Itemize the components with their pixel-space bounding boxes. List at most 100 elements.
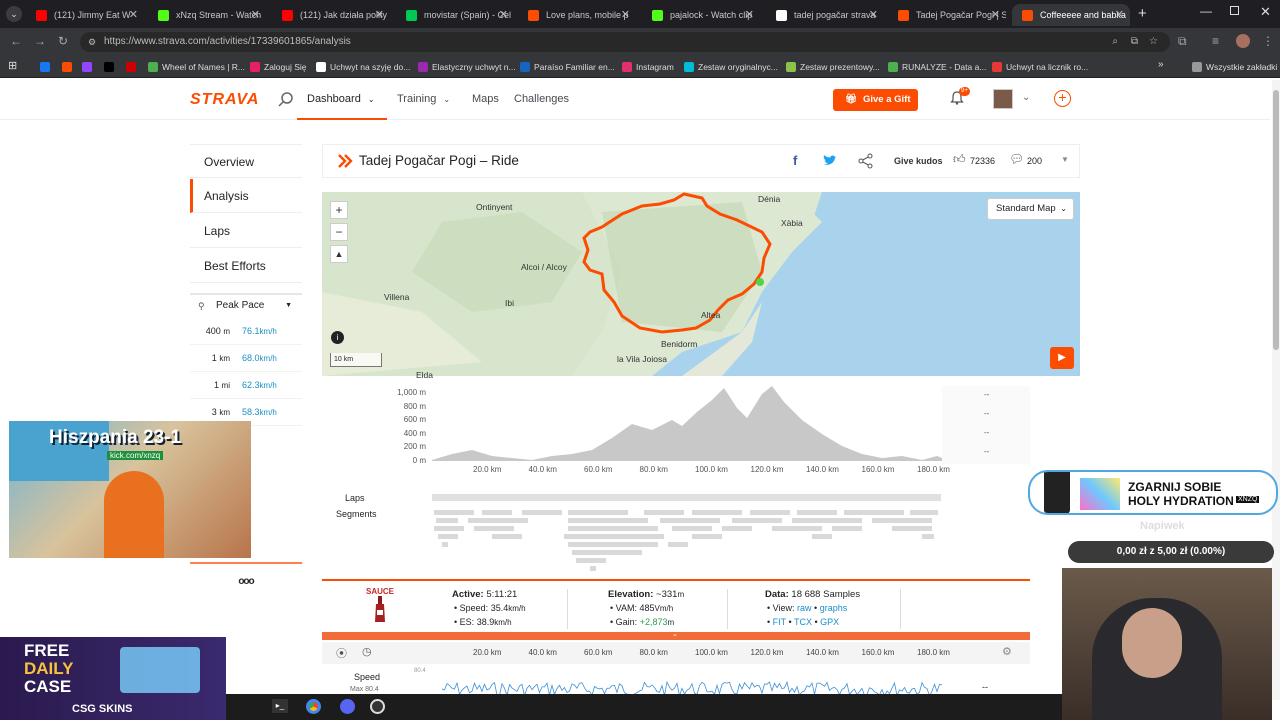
close-tab-icon[interactable]: ✕	[621, 4, 630, 26]
sidebar-item-analysis[interactable]: Analysis	[190, 179, 302, 213]
peak-pace-row[interactable]: 400 m 76.1km/h	[190, 318, 302, 345]
close-window-button[interactable]: ✕	[1260, 4, 1271, 20]
map-info-icon[interactable]: i	[331, 331, 344, 344]
segments-bars[interactable]	[432, 508, 942, 572]
scrollbar-thumb[interactable]	[1273, 90, 1279, 350]
bookmark-item[interactable]: Zaloguj Się	[250, 60, 307, 74]
share-icon[interactable]	[858, 153, 874, 169]
sidebar-item-best-efforts[interactable]: Best Efforts	[190, 249, 302, 283]
profile-avatar[interactable]	[1236, 34, 1250, 48]
media-icon[interactable]: ≡	[1212, 34, 1219, 48]
bookmark-item[interactable]: Uchwyt na licznik ro...	[992, 60, 1088, 74]
install-icon[interactable]: ⧉	[1131, 32, 1138, 52]
url-input[interactable]: ⚙ https://www.strava.com/activities/1733…	[80, 32, 1170, 52]
restore-button[interactable]	[1230, 6, 1239, 15]
zoom-in-button[interactable]: +	[330, 201, 348, 219]
close-tab-icon[interactable]: ✕	[375, 4, 384, 26]
strava-logo[interactable]: STRAVA	[190, 91, 259, 109]
user-avatar[interactable]	[993, 89, 1013, 109]
facebook-share-icon[interactable]: f	[793, 153, 797, 168]
bookmark-item[interactable]: Elastyczny uchwyt n...	[418, 60, 516, 74]
close-tab-icon[interactable]: ✕	[991, 4, 1000, 26]
apps-icon[interactable]: ⊞	[8, 59, 17, 72]
view-graphs-link[interactable]: graphs	[820, 603, 848, 613]
nav-dashboard[interactable]: Dashboard ⌄	[307, 93, 375, 105]
browser-tab[interactable]: Coffeeeee and babka ✕	[1012, 4, 1130, 26]
close-tab-icon[interactable]: ✕	[745, 4, 754, 26]
comments-count[interactable]: 200	[1027, 156, 1042, 166]
zoom-icon[interactable]: ⌕	[1112, 32, 1118, 52]
laps-bar[interactable]	[432, 494, 941, 501]
give-kudos-button[interactable]: Give kudos	[894, 156, 943, 166]
bookmark-item[interactable]	[104, 60, 118, 74]
compass-icon[interactable]: ▲	[330, 245, 348, 263]
route-map[interactable]: ⬉	[322, 192, 1080, 376]
chrome-app-icon[interactable]	[306, 699, 321, 714]
clock-icon[interactable]: ◷	[362, 645, 372, 658]
browser-tab[interactable]: Tadej Pogačar Pogi | S ✕	[888, 4, 1006, 26]
bookmark-item[interactable]: Instagram	[622, 60, 674, 74]
page-scrollbar[interactable]	[1272, 80, 1280, 700]
peak-pace-header[interactable]: ⚲ Peak Pace ▼	[190, 293, 302, 317]
export-tcx-link[interactable]: TCX	[794, 617, 812, 627]
location-pin-icon[interactable]: ⦿	[336, 645, 347, 661]
export-gpx-link[interactable]: GPX	[820, 617, 839, 627]
sidebar-item-laps[interactable]: Laps	[190, 214, 302, 248]
bookmark-item[interactable]	[126, 60, 140, 74]
browser-menu-icon[interactable]: ⋮	[1262, 34, 1274, 48]
back-icon[interactable]: ←	[10, 34, 22, 48]
give-a-gift-button[interactable]: 🎁︎ Give a Gift	[833, 89, 918, 111]
browser-tab[interactable]: (121) Jimmy Eat W ✕	[26, 4, 144, 26]
close-tab-icon[interactable]: ✕	[251, 4, 260, 26]
chevron-down-icon[interactable]: ⌄	[1022, 92, 1030, 103]
thumbs-up-icon[interactable]: 👍︎	[953, 152, 966, 167]
browser-tab[interactable]: (121) Jak działa polity ✕	[272, 4, 390, 26]
export-fit-link[interactable]: FIT	[773, 617, 786, 627]
peak-pace-row[interactable]: 1 km 68.0km/h	[190, 345, 302, 372]
nav-maps[interactable]: Maps	[472, 93, 499, 105]
nav-challenges[interactable]: Challenges	[514, 93, 569, 105]
terminal-app-icon[interactable]: ▸_	[272, 699, 288, 713]
all-bookmarks[interactable]: Wszystkie zakładki	[1192, 60, 1277, 74]
browser-tab[interactable]: Love plans, mobile p ✕	[518, 4, 636, 26]
browser-tab[interactable]: tadej pogačar strava ✕	[766, 4, 884, 26]
peak-pace-row[interactable]: 1 mi 62.3km/h	[190, 372, 302, 399]
reload-icon[interactable]: ↻	[58, 34, 68, 48]
sidebar-item-overview[interactable]: Overview	[190, 144, 302, 178]
collapse-arrow-icon[interactable]: ⌄	[672, 630, 678, 638]
browser-tab[interactable]: movistar (Spain) - Cel ✕	[396, 4, 514, 26]
forward-icon[interactable]: →	[34, 34, 46, 48]
chevron-down-icon[interactable]: ▼	[1061, 155, 1069, 164]
view-raw-link[interactable]: raw	[797, 603, 812, 613]
bookmark-item[interactable]: RUNALYZE - Data a...	[888, 60, 986, 74]
kudos-count[interactable]: 72336	[970, 156, 995, 166]
bookmark-item[interactable]	[82, 60, 96, 74]
zoom-out-button[interactable]: −	[330, 223, 348, 241]
obs-app-icon[interactable]	[370, 699, 385, 714]
nav-training[interactable]: Training ⌄	[397, 93, 450, 105]
bookmarks-overflow-icon[interactable]: »	[1158, 59, 1164, 70]
add-activity-icon[interactable]: +	[1054, 90, 1071, 107]
twitter-share-icon[interactable]	[823, 155, 837, 167]
extensions-icon[interactable]: ⧉	[1178, 34, 1187, 49]
bookmark-item[interactable]: Zestaw prezentowy...	[786, 60, 880, 74]
notifications-bell-icon[interactable]: 9+	[950, 87, 970, 105]
tab-search-icon[interactable]: ⌄	[6, 6, 22, 22]
chart-settings-icon[interactable]: ⚙	[1002, 645, 1012, 658]
bookmark-item[interactable]: Paraíso Familiar en...	[520, 60, 615, 74]
bookmark-item[interactable]: Zestaw oryginalnyc...	[684, 60, 778, 74]
bookmark-item[interactable]: Uchwyt na szyję do...	[316, 60, 410, 74]
elevation-chart[interactable]: 1,000 m 800 m 600 m 400 m 200 m 0 m 20.0 km 40…	[322, 380, 1080, 476]
new-tab-button[interactable]: +	[1138, 5, 1147, 22]
flyby-play-button[interactable]: ▶	[1050, 347, 1074, 369]
browser-tab[interactable]: xNzq Stream - Watch ✕	[148, 4, 266, 26]
bookmark-star-icon[interactable]: ☆	[1149, 32, 1158, 52]
chart-toolbar-bar[interactable]: ⌄	[322, 630, 1030, 640]
bookmark-item[interactable]	[62, 60, 76, 74]
discord-app-icon[interactable]	[340, 699, 355, 714]
browser-tab[interactable]: pajalock - Watch clip ✕	[642, 4, 760, 26]
close-tab-icon[interactable]: ✕	[129, 4, 138, 26]
close-tab-icon[interactable]: ✕	[1115, 4, 1124, 26]
more-options-button[interactable]: ooo	[190, 576, 302, 587]
search-icon[interactable]	[278, 91, 294, 107]
